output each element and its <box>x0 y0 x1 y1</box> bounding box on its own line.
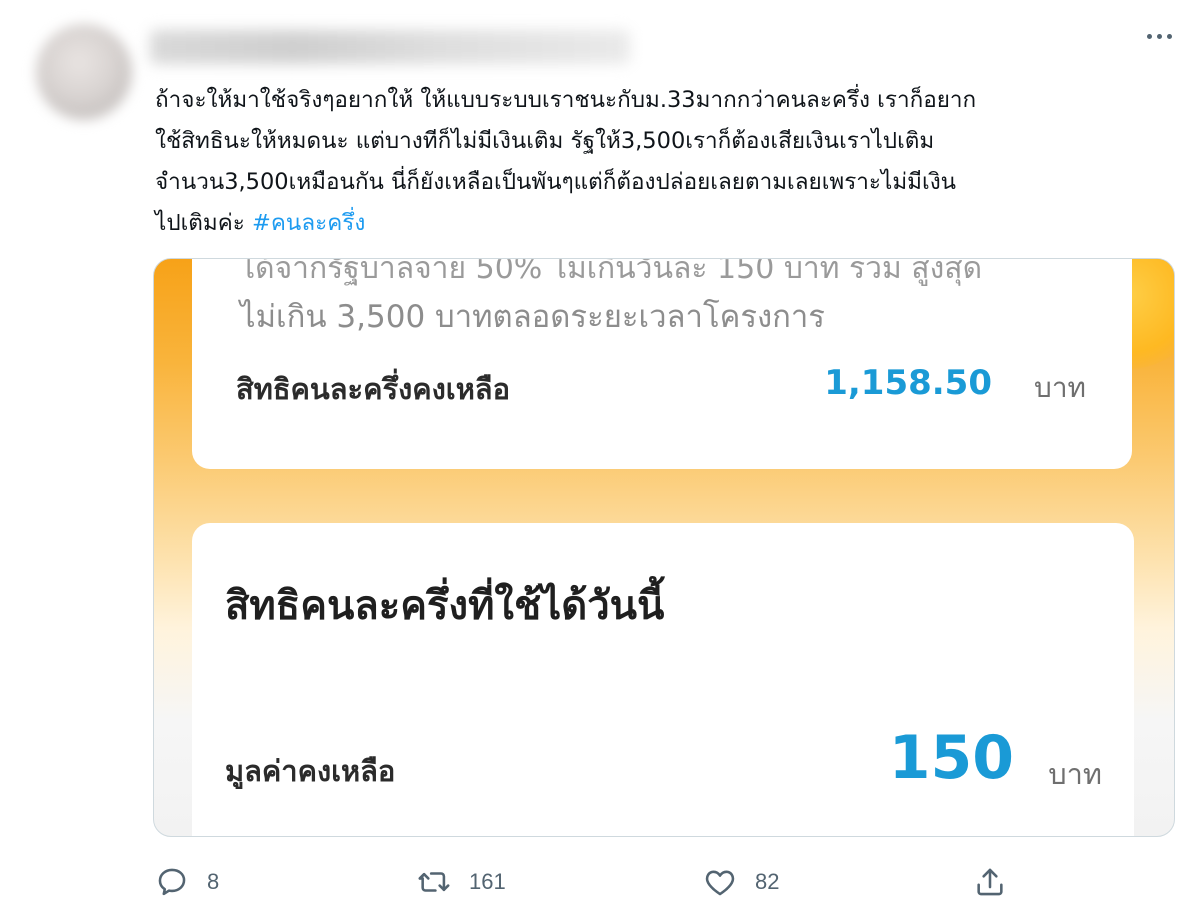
remaining-rights-label: สิทธิคนละครึ่งคงเหลือ <box>236 372 510 406</box>
retweet-icon <box>418 872 450 892</box>
tweet-text: ถ้าจะให้มาใช้จริงๆอยากให้ ให้แบบระบบเราช… <box>155 80 1175 244</box>
more-dot <box>1157 34 1162 39</box>
remaining-value-amount: 150 <box>888 723 1014 793</box>
like-count: 82 <box>755 869 780 894</box>
more-dot <box>1147 34 1152 39</box>
more-dot <box>1167 34 1172 39</box>
blurred-username[interactable] <box>150 30 630 64</box>
hashtag-link[interactable]: #คนละครึ่ง <box>252 210 365 236</box>
tweet-text-last: ไปเติมค่ะ <box>155 210 245 236</box>
share-icon <box>977 868 1003 896</box>
tweet-actions: 8 161 82 <box>155 862 1055 902</box>
like-button[interactable]: 82 <box>703 862 779 902</box>
tweet-text-line: ถ้าจะให้มาใช้จริงๆอยากให้ ให้แบบระบบเราช… <box>155 87 977 113</box>
remaining-value-label: มูลค่าคงเหลือ <box>225 754 396 788</box>
tweet-text-line: ใช้สิทธินะให้หมดนะ แต่บางทีก็ไม่มีเงินเต… <box>155 128 935 154</box>
reply-count: 8 <box>207 869 220 894</box>
retweet-count: 161 <box>469 869 506 894</box>
currency-unit: บาท <box>1048 757 1102 791</box>
avatar[interactable] <box>36 24 132 120</box>
more-options-button[interactable] <box>1147 34 1172 39</box>
remaining-rights-amount: 1,158.50 <box>824 363 992 403</box>
reply-button[interactable]: 8 <box>155 862 219 902</box>
tweet-media-image[interactable]: ไม่เกิน 3,500 บาทตลอดระยะเวลาโครงการ สิท… <box>153 258 1175 837</box>
share-button[interactable] <box>973 862 1007 902</box>
retweet-button[interactable]: 161 <box>417 862 506 902</box>
like-icon <box>705 870 735 896</box>
cut-off-text: ได้จากรัฐบาลจ่าย 50% ไม่เกินวันละ 150 บา… <box>240 258 983 286</box>
today-rights-title: สิทธิคนละครึ่งที่ใช้ได้วันนี้ <box>225 583 665 629</box>
tweet-text-line: จำนวน3,500เหมือนกัน นี่ก็ยังเหลือเป็นพัน… <box>155 169 957 195</box>
card-description: ไม่เกิน 3,500 บาทตลอดระยะเวลาโครงการ <box>240 299 825 335</box>
reply-icon <box>158 868 186 896</box>
currency-unit: บาท <box>1034 371 1086 404</box>
today-rights-card: สิทธิคนละครึ่งที่ใช้ได้วันนี้ มูลค่าคงเห… <box>192 523 1134 836</box>
tweet-text-line: ไปเติมค่ะ #คนละครึ่ง <box>155 203 1175 244</box>
